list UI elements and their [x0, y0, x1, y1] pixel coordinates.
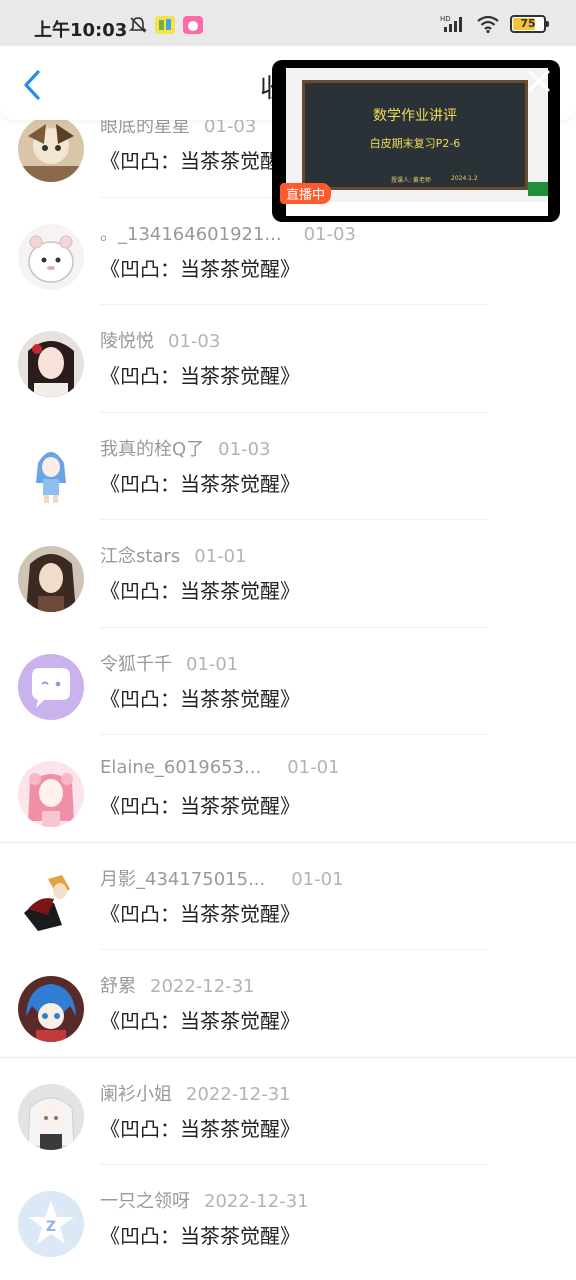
avatar[interactable]	[18, 1083, 84, 1150]
svg-text:Z: Z	[46, 1219, 56, 1235]
status-left-icons	[128, 15, 204, 35]
video-control	[528, 182, 548, 196]
avatar[interactable]	[18, 331, 84, 397]
item-title[interactable]: 《凹凸：当茶茶觉醒》	[100, 898, 300, 927]
item-title[interactable]: 《凹凸：当茶茶觉醒》	[100, 1113, 300, 1142]
user-name[interactable]: 江念stars	[100, 546, 180, 567]
avatar[interactable]	[18, 546, 84, 612]
live-badge: 直播中	[280, 183, 332, 204]
board-footer-teacher: 授课人: 黄老师	[391, 177, 431, 184]
item-date: 2022-12-31	[186, 1083, 291, 1105]
item-title[interactable]: 《凹凸：当茶茶觉醒》	[100, 253, 300, 282]
user-name[interactable]: 舒累	[100, 976, 136, 997]
hd-signal-icon: HD	[440, 15, 462, 32]
item-title[interactable]: 《凹凸：当茶茶觉醒》	[100, 790, 300, 819]
avatar[interactable]: Z	[18, 1191, 84, 1257]
user-name[interactable]: 令狐千千	[100, 654, 172, 675]
item-title[interactable]: 《凹凸：当茶茶觉醒》	[100, 1220, 300, 1249]
item-name-line: 。_134164601921... 01-03	[100, 220, 356, 246]
item-date: 01-01	[287, 757, 340, 778]
item-date: 01-01	[291, 868, 344, 890]
item-title[interactable]: 《凹凸：当茶茶觉醒》	[100, 360, 300, 389]
item-date: 01-01	[194, 546, 247, 567]
wifi-icon	[477, 15, 499, 34]
item-date: 01-03	[218, 438, 271, 460]
back-button[interactable]	[18, 68, 48, 102]
live-floating-window[interactable]: 数学作业讲评 白皮期末复习P2-6 授课人: 黄老师 2024.1.2 直播中	[272, 60, 560, 222]
status-bar: 上午10:03 HD 75	[0, 0, 576, 46]
item-title[interactable]: 《凹凸：当茶茶觉醒》	[100, 468, 300, 497]
item-title[interactable]: 《凹凸：当茶茶觉醒》	[100, 683, 300, 712]
user-name[interactable]: 我真的栓Q了	[100, 439, 204, 460]
item-name-line: 我真的栓Q了 01-03	[100, 435, 270, 461]
user-name[interactable]: 一只之领呀	[100, 1191, 190, 1212]
board-subtitle: 白皮期末复习P2-6	[369, 137, 461, 150]
avatar[interactable]	[18, 223, 84, 290]
item-title[interactable]: 《凹凸：当茶茶觉醒》	[100, 575, 300, 604]
user-name[interactable]: 。_134164601921...	[100, 224, 282, 245]
status-right-icons: HD 75	[440, 14, 549, 34]
avatar[interactable]	[18, 868, 84, 935]
item-name-line: 阑衫小姐 2022-12-31	[100, 1080, 291, 1106]
app-notification-icon	[155, 16, 175, 34]
list-item[interactable]: 舒累 2022-12-31 《凹凸：当茶茶觉醒》	[0, 950, 576, 1058]
close-button[interactable]	[524, 66, 554, 96]
video-toolbar	[286, 202, 548, 216]
item-name-line: 月影_434175015... 01-01	[100, 865, 344, 891]
item-date: 01-01	[186, 653, 239, 675]
list-item[interactable]: Elaine_6019653... 01-01 《凹凸：当茶茶觉醒》	[0, 735, 576, 843]
avatar[interactable]	[18, 438, 84, 505]
list-item[interactable]: Z 一只之领呀 2022-12-31 《凹凸：当茶茶觉醒》	[0, 1165, 576, 1273]
chevron-left-icon	[24, 70, 40, 100]
user-name[interactable]: 阑衫小姐	[100, 1084, 172, 1105]
item-date: 01-03	[303, 223, 356, 245]
avatar[interactable]	[18, 761, 84, 827]
close-icon	[528, 70, 550, 92]
item-name-line: 令狐千千 01-01	[100, 650, 238, 676]
mute-bell-icon	[129, 17, 147, 33]
item-name-line: 陵悦悦 01-03	[100, 327, 220, 353]
list-item[interactable]: 令狐千千 01-01 《凹凸：当茶茶觉醒》	[0, 628, 576, 735]
svg-text:HD: HD	[440, 15, 451, 23]
battery-text: 75	[520, 17, 536, 30]
status-time: 上午10:03	[34, 20, 128, 41]
item-date: 2022-12-31	[204, 1191, 309, 1212]
blackboard: 数学作业讲评 白皮期末复习P2-6 授课人: 黄老师 2024.1.2	[302, 80, 528, 190]
collector-list: 眼底的星星 01-03 《凹凸：当茶茶觉醒》 。_134164601921... 0…	[0, 90, 576, 1273]
item-date: 2022-12-31	[150, 976, 255, 997]
avatar[interactable]	[18, 653, 84, 720]
item-title[interactable]: 《凹凸：当茶茶觉醒》	[100, 145, 300, 174]
list-item[interactable]: 陵悦悦 01-03 《凹凸：当茶茶觉醒》	[0, 305, 576, 413]
list-item[interactable]: 月影_434175015... 01-01 《凹凸：当茶茶觉醒》	[0, 843, 576, 950]
list-item[interactable]: 江念stars 01-01 《凹凸：当茶茶觉醒》	[0, 520, 576, 628]
battery-icon: 75	[510, 15, 549, 33]
item-date: 01-03	[168, 331, 221, 352]
list-item[interactable]: 阑衫小姐 2022-12-31 《凹凸：当茶茶觉醒》	[0, 1058, 576, 1165]
user-name[interactable]: 陵悦悦	[100, 331, 154, 352]
list-item[interactable]: 我真的栓Q了 01-03 《凹凸：当茶茶觉醒》	[0, 413, 576, 520]
board-footer-date: 2024.1.2	[451, 175, 478, 182]
item-title[interactable]: 《凹凸：当茶茶觉醒》	[100, 1005, 300, 1034]
avatar[interactable]	[18, 976, 84, 1042]
user-name[interactable]: 月影_434175015...	[100, 869, 265, 890]
item-name-line: 舒累 2022-12-31	[100, 972, 255, 998]
app-notification-icon	[183, 16, 203, 34]
board-title: 数学作业讲评	[373, 108, 457, 124]
item-name-line: 一只之领呀 2022-12-31	[100, 1187, 309, 1213]
avatar[interactable]	[18, 116, 84, 182]
item-name-line: 江念stars 01-01	[100, 542, 247, 568]
user-name[interactable]: Elaine_6019653...	[100, 757, 261, 778]
item-name-line: Elaine_6019653... 01-01	[100, 757, 340, 778]
